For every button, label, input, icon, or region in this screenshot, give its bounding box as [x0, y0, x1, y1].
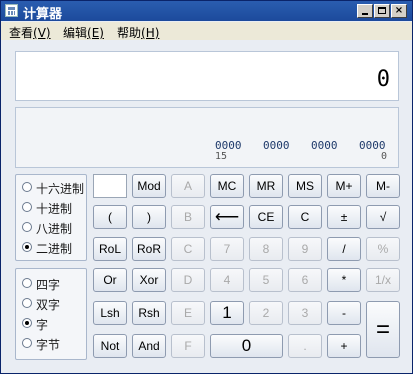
radio-button[interactable] [22, 222, 32, 232]
reciprocal-button[interactable]: 1/x [366, 268, 400, 292]
percent-button[interactable]: % [366, 237, 400, 261]
backspace-button[interactable]: ⟵ [210, 205, 244, 229]
ms-button[interactable]: MS [288, 174, 322, 198]
radio-oct-label: 八进制 [36, 222, 73, 236]
bit-index-right: 0 [381, 151, 388, 162]
radio-button[interactable] [22, 182, 32, 192]
title-bar[interactable]: 计算器 × [1, 1, 412, 22]
bit-index-left: 15 [215, 151, 228, 162]
radio-qword-label: 四字 [36, 278, 61, 292]
menu-bar: 查看(V) 编辑(E) 帮助(H) [1, 22, 412, 40]
digit-9-button[interactable]: 9 [288, 237, 322, 261]
menu-view-accel: (V) [33, 26, 51, 40]
minimize-button[interactable] [357, 4, 373, 18]
digit-1-button[interactable]: 1 [210, 301, 244, 325]
calculator-window: 计算器 × 查看(V) 编辑(E) 帮助(H) 0 0000 0000 0000… [0, 0, 413, 374]
lsh-button[interactable]: Lsh [93, 301, 127, 325]
radio-dword-label: 双字 [36, 298, 61, 312]
hex-a-button[interactable]: A [171, 174, 205, 198]
radio-word-label: 字 [36, 318, 49, 332]
ror-button[interactable]: RoR [132, 237, 166, 261]
bit-group: 0000 [263, 139, 290, 152]
add-button[interactable]: + [327, 334, 361, 358]
digit-6-button[interactable]: 6 [288, 268, 322, 292]
radio-button[interactable] [22, 298, 32, 308]
clear-button[interactable]: C [288, 205, 322, 229]
menu-view[interactable]: 查看(V) [9, 24, 51, 41]
mc-button[interactable]: MC [210, 174, 244, 198]
divide-button[interactable]: / [327, 237, 361, 261]
menu-view-label: 查看 [9, 26, 34, 40]
bit-group: 0000 [311, 139, 338, 152]
and-button[interactable]: And [132, 334, 166, 358]
rol-button[interactable]: RoL [93, 237, 127, 261]
right-paren-button[interactable]: ) [132, 205, 166, 229]
result-display: 0 [15, 51, 399, 101]
menu-edit[interactable]: 编辑(E) [63, 24, 104, 41]
bit-display: 0000 0000 0000 0000 15 0 [15, 107, 399, 168]
menu-help[interactable]: 帮助(H) [117, 24, 159, 41]
mod-button[interactable]: Mod [132, 174, 166, 198]
digit-4-button[interactable]: 4 [210, 268, 244, 292]
radio-byte-label: 字节 [36, 338, 61, 352]
maximize-icon [378, 7, 386, 14]
radio-dec-label: 十进制 [36, 202, 73, 216]
window-title: 计算器 [23, 7, 63, 22]
hex-c-button[interactable]: C [171, 237, 205, 261]
radio-button[interactable] [22, 278, 32, 288]
equals-button[interactable]: = [366, 301, 400, 358]
decimal-button[interactable]: . [288, 334, 322, 358]
digit-7-button[interactable]: 7 [210, 237, 244, 261]
menu-edit-label: 编辑 [63, 26, 88, 40]
calculator-icon [5, 4, 18, 17]
menu-help-label: 帮助 [117, 26, 142, 40]
digit-5-button[interactable]: 5 [249, 268, 283, 292]
radio-button[interactable] [22, 318, 32, 328]
maximize-button[interactable] [374, 4, 390, 18]
subtract-button[interactable]: - [327, 301, 361, 325]
left-paren-button[interactable]: ( [93, 205, 127, 229]
hex-d-button[interactable]: D [171, 268, 205, 292]
rsh-button[interactable]: Rsh [132, 301, 166, 325]
radio-button[interactable] [22, 202, 32, 212]
digit-3-button[interactable]: 3 [288, 301, 322, 325]
digit-8-button[interactable]: 8 [249, 237, 283, 261]
ce-button[interactable]: CE [249, 205, 283, 229]
minimize-icon [362, 13, 368, 15]
radio-button[interactable] [22, 338, 32, 348]
sqrt-button[interactable]: √ [366, 205, 400, 229]
hex-f-button[interactable]: F [171, 334, 205, 358]
radio-button[interactable] [22, 242, 32, 252]
word-size-group: 四字 双字 字 字节 [15, 268, 87, 360]
not-button[interactable]: Not [93, 334, 127, 358]
menu-edit-accel: (E) [87, 26, 104, 40]
digit-2-button[interactable]: 2 [249, 301, 283, 325]
close-button[interactable]: × [391, 4, 407, 18]
xor-button[interactable]: Xor [132, 268, 166, 292]
radio-hex-label: 十六进制 [36, 182, 85, 196]
menu-help-accel: (H) [141, 26, 160, 40]
digit-0-button[interactable]: 0 [210, 334, 283, 358]
number-base-group: 十六进制 十进制 八进制 二进制 [15, 174, 87, 261]
radio-bin-label: 二进制 [36, 242, 73, 256]
close-icon: × [394, 5, 404, 16]
hex-e-button[interactable]: E [171, 301, 205, 325]
multiply-button[interactable]: * [327, 268, 361, 292]
hex-b-button[interactable]: B [171, 205, 205, 229]
memory-indicator [93, 174, 127, 198]
plus-minus-button[interactable]: ± [327, 205, 361, 229]
m-plus-button[interactable]: M+ [327, 174, 361, 198]
display-value: 0 [376, 67, 390, 92]
or-button[interactable]: Or [93, 268, 127, 292]
m-minus-button[interactable]: M- [366, 174, 400, 198]
mr-button[interactable]: MR [249, 174, 283, 198]
